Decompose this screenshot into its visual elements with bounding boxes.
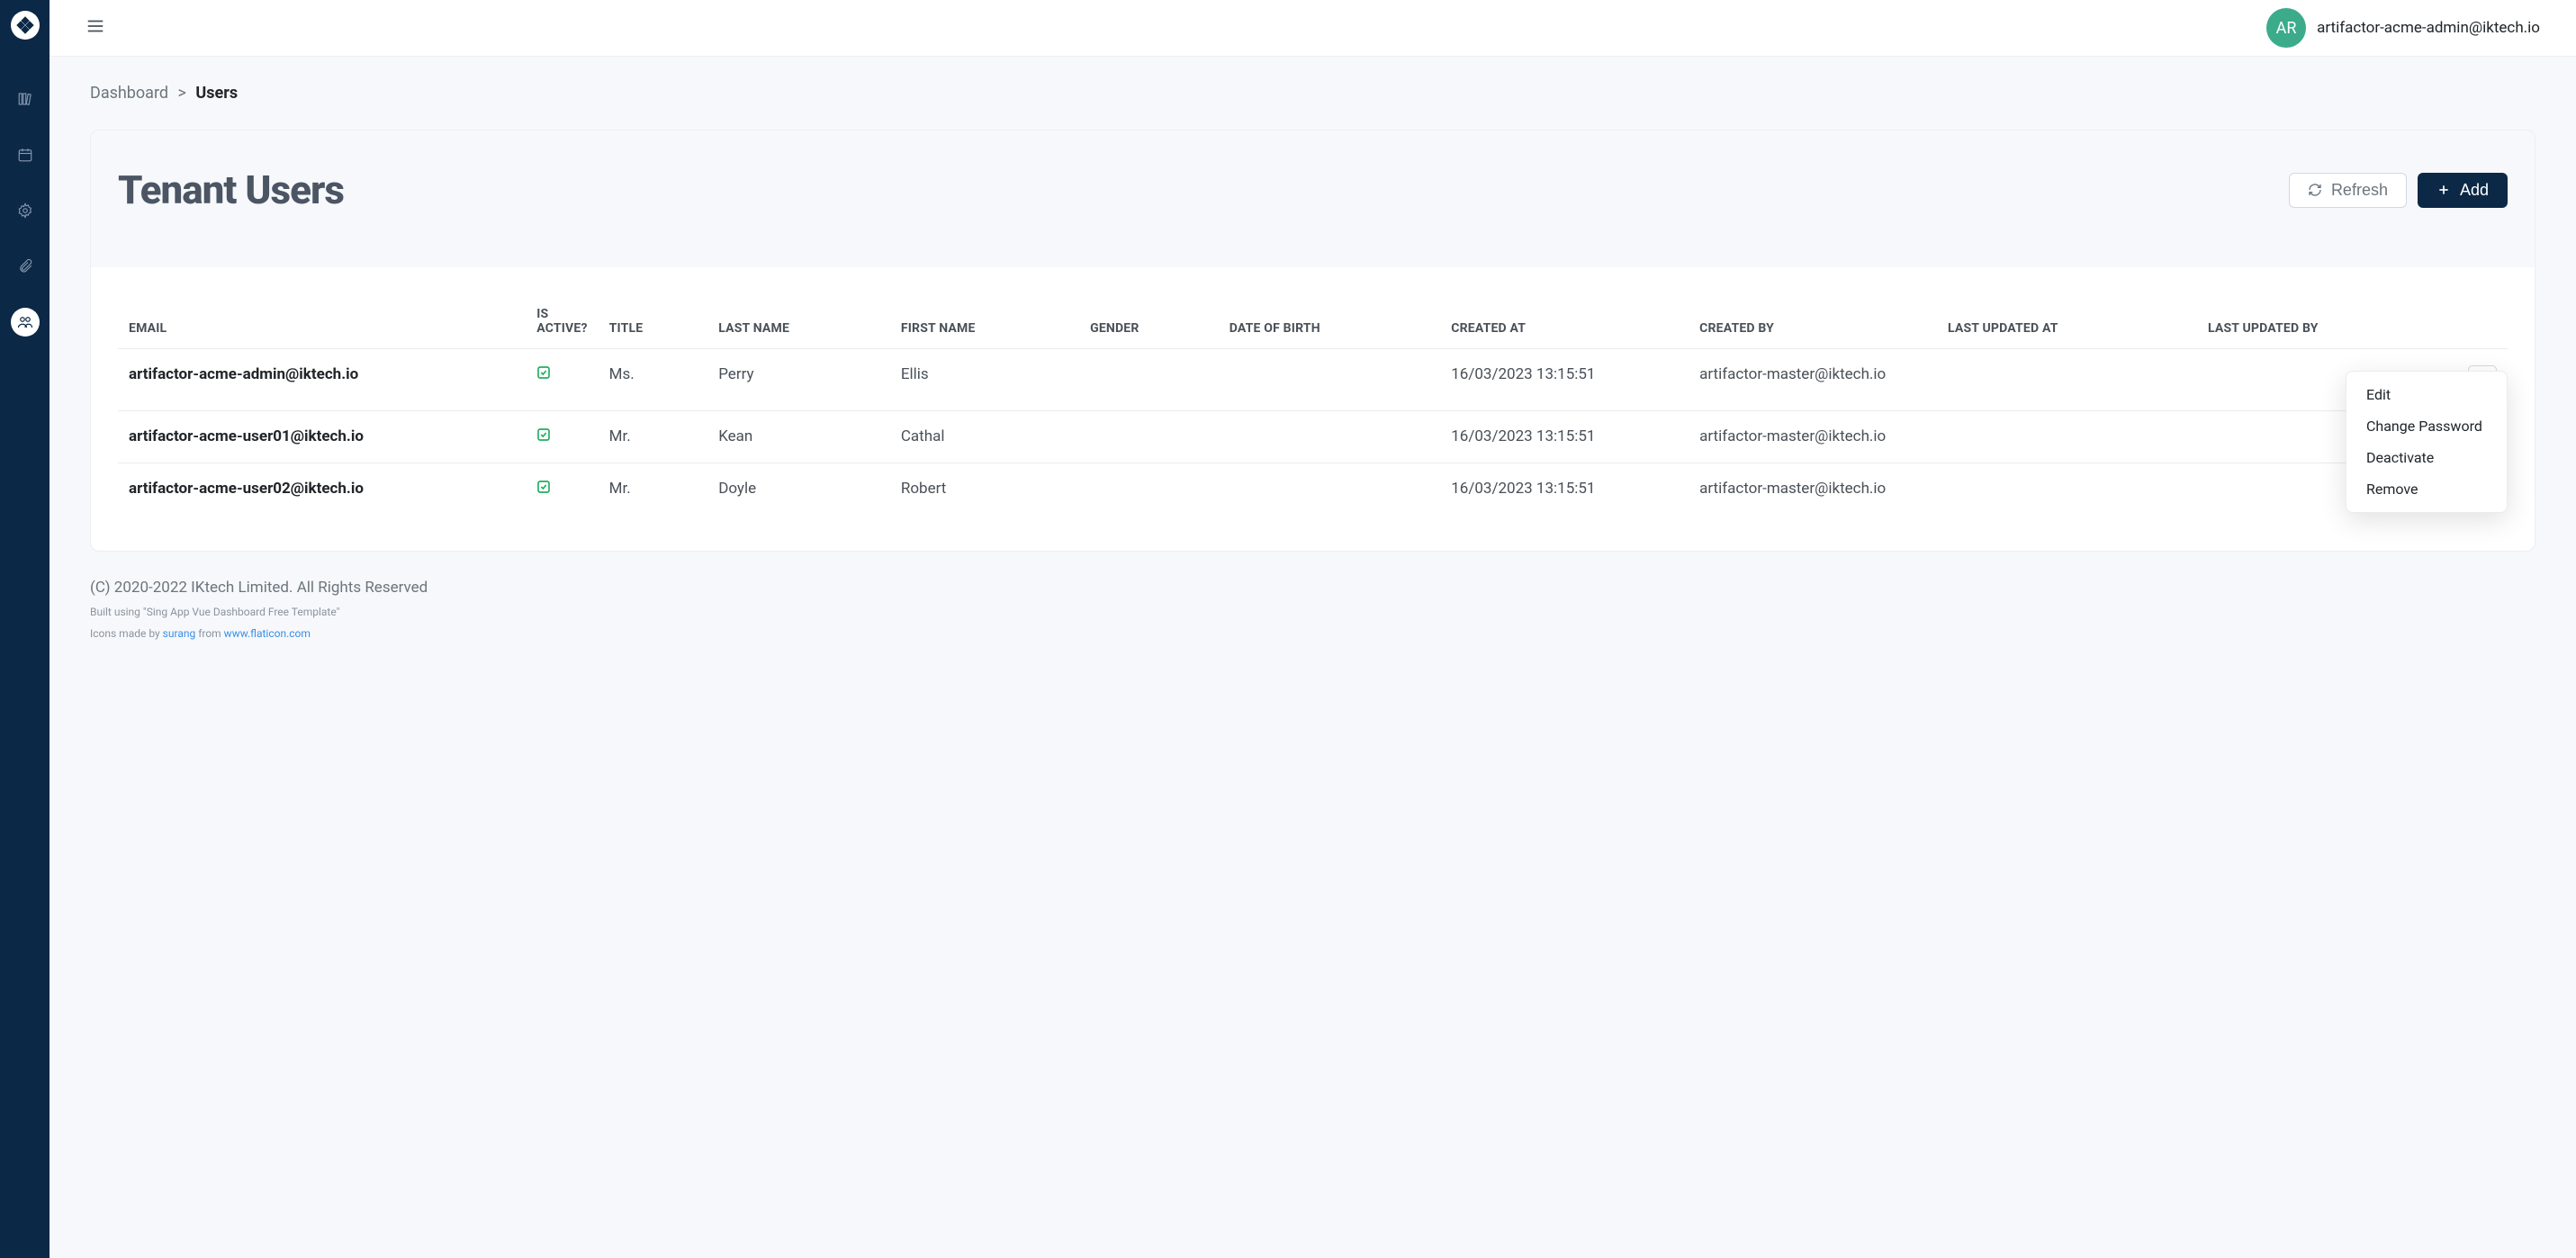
footer-built: Built using "Sing App Vue Dashboard Free…: [90, 606, 2535, 618]
col-is-active: IS ACTIVE?: [526, 294, 598, 349]
checkbox-checked-icon: [536, 480, 551, 499]
cell-gender: [1079, 349, 1219, 411]
footer-icons-author-link[interactable]: surang: [163, 627, 196, 640]
col-last-updated-by: LAST UPDATED BY: [2197, 294, 2457, 349]
cell-dob: [1219, 349, 1441, 411]
table-row: artifactor-acme-user02@iktech.io Mr.Doyle…: [118, 463, 2508, 516]
cell-created-at: 16/03/2023 13:15:51: [1440, 349, 1689, 411]
cell-is-active: [526, 463, 598, 516]
app-logo[interactable]: [11, 11, 40, 40]
cell-title: Mr.: [599, 463, 708, 516]
footer-icons-site-link[interactable]: www.flaticon.com: [224, 627, 311, 640]
cell-title: Ms.: [599, 349, 708, 411]
user-menu[interactable]: AR artifactor-acme-admin@iktech.io: [2266, 8, 2540, 48]
cell-first-name: Cathal: [890, 411, 1079, 463]
checkbox-checked-icon: [536, 365, 551, 384]
col-last-updated-at: LAST UPDATED AT: [1937, 294, 2197, 349]
refresh-button[interactable]: Refresh: [2289, 173, 2407, 208]
avatar: AR: [2266, 8, 2306, 48]
sidebar-item-settings[interactable]: [11, 196, 40, 225]
cell-is-active: [526, 411, 598, 463]
plus-icon: [2436, 183, 2451, 197]
add-button[interactable]: Add: [2418, 173, 2508, 208]
cell-gender: [1079, 411, 1219, 463]
breadcrumb: Dashboard > Users: [90, 84, 2535, 103]
cell-created-by: artifactor-master@iktech.io: [1689, 411, 1937, 463]
footer-icons: Icons made by surang from www.flaticon.c…: [90, 627, 2535, 640]
refresh-label: Refresh: [2331, 181, 2388, 200]
table-row: artifactor-acme-admin@iktech.ioMs.PerryE…: [118, 349, 2508, 411]
logo-icon: [16, 16, 34, 34]
breadcrumb-root[interactable]: Dashboard: [90, 84, 168, 103]
col-gender: GENDER: [1079, 294, 1219, 349]
dropdown-item-change-password[interactable]: Change Password: [2346, 410, 2507, 442]
table-row: artifactor-acme-user01@iktech.ioMr.KeanC…: [118, 411, 2508, 463]
gear-icon: [17, 202, 33, 219]
refresh-icon: [2308, 183, 2322, 197]
cell-created-by: artifactor-master@iktech.io: [1689, 463, 1937, 516]
add-label: Add: [2460, 181, 2489, 200]
cell-gender: [1079, 463, 1219, 516]
sidebar: [0, 0, 50, 1258]
col-last-name: LAST NAME: [707, 294, 890, 349]
user-email-label: artifactor-acme-admin@iktech.io: [2317, 19, 2540, 37]
breadcrumb-current: Users: [195, 84, 238, 103]
topbar: AR artifactor-acme-admin@iktech.io: [50, 0, 2576, 57]
footer-copyright: (C) 2020-2022 IKtech Limited. All Rights…: [90, 579, 2535, 597]
sidebar-item-attachments[interactable]: [11, 252, 40, 281]
cell-last-updated-at: [1937, 411, 2197, 463]
col-dob: DATE OF BIRTH: [1219, 294, 1441, 349]
breadcrumb-separator: >: [178, 84, 186, 103]
footer-icons-prefix: Icons made by: [90, 627, 163, 640]
footer: (C) 2020-2022 IKtech Limited. All Rights…: [90, 579, 2535, 640]
col-title: TITLE: [599, 294, 708, 349]
cell-last-name: Kean: [707, 411, 890, 463]
panel-actions: Refresh Add: [2289, 173, 2508, 208]
cell-last-name: Doyle: [707, 463, 890, 516]
sidebar-item-users[interactable]: [11, 308, 40, 337]
dropdown-item-edit[interactable]: Edit: [2346, 379, 2507, 410]
cell-is-active: [526, 349, 598, 411]
col-first-name: FIRST NAME: [890, 294, 1079, 349]
col-created-by: CREATED BY: [1689, 294, 1937, 349]
menu-toggle-button[interactable]: [86, 16, 105, 40]
cell-created-at: 16/03/2023 13:15:51: [1440, 463, 1689, 516]
panel-header: Tenant Users Refresh Add: [91, 130, 2535, 267]
col-email: EMAIL: [118, 294, 526, 349]
hamburger-icon: [86, 16, 105, 36]
cell-email: artifactor-acme-user02@iktech.io: [118, 463, 526, 516]
panel: Tenant Users Refresh Add: [90, 130, 2535, 552]
cell-first-name: Robert: [890, 463, 1079, 516]
footer-icons-from: from: [195, 627, 223, 640]
users-icon: [17, 314, 33, 330]
sidebar-item-library[interactable]: [11, 85, 40, 113]
cell-last-updated-at: [1937, 349, 2197, 411]
row-actions-dropdown: Edit Change Password Deactivate Remove: [2346, 371, 2508, 513]
checkbox-checked-icon: [536, 427, 551, 446]
cell-dob: [1219, 411, 1441, 463]
cell-created-by: artifactor-master@iktech.io: [1689, 349, 1937, 411]
col-created-at: CREATED AT: [1440, 294, 1689, 349]
cell-last-updated-at: [1937, 463, 2197, 516]
users-table: EMAIL IS ACTIVE? TITLE LAST NAME FIRST N…: [118, 294, 2508, 515]
cell-last-name: Perry: [707, 349, 890, 411]
cell-email: artifactor-acme-admin@iktech.io: [118, 349, 526, 411]
dropdown-item-deactivate[interactable]: Deactivate: [2346, 442, 2507, 473]
calendar-icon: [17, 147, 33, 163]
cell-first-name: Ellis: [890, 349, 1079, 411]
dropdown-item-remove[interactable]: Remove: [2346, 473, 2507, 505]
paperclip-icon: [17, 258, 33, 274]
table-container: EMAIL IS ACTIVE? TITLE LAST NAME FIRST N…: [91, 267, 2535, 551]
cell-dob: [1219, 463, 1441, 516]
page-title: Tenant Users: [118, 166, 344, 213]
cell-title: Mr.: [599, 411, 708, 463]
books-icon: [17, 91, 33, 107]
cell-created-at: 16/03/2023 13:15:51: [1440, 411, 1689, 463]
cell-email: artifactor-acme-user01@iktech.io: [118, 411, 526, 463]
content: Dashboard > Users Tenant Users Refresh: [50, 57, 2576, 667]
main-area: AR artifactor-acme-admin@iktech.io Dashb…: [50, 0, 2576, 1258]
sidebar-item-calendar[interactable]: [11, 140, 40, 169]
